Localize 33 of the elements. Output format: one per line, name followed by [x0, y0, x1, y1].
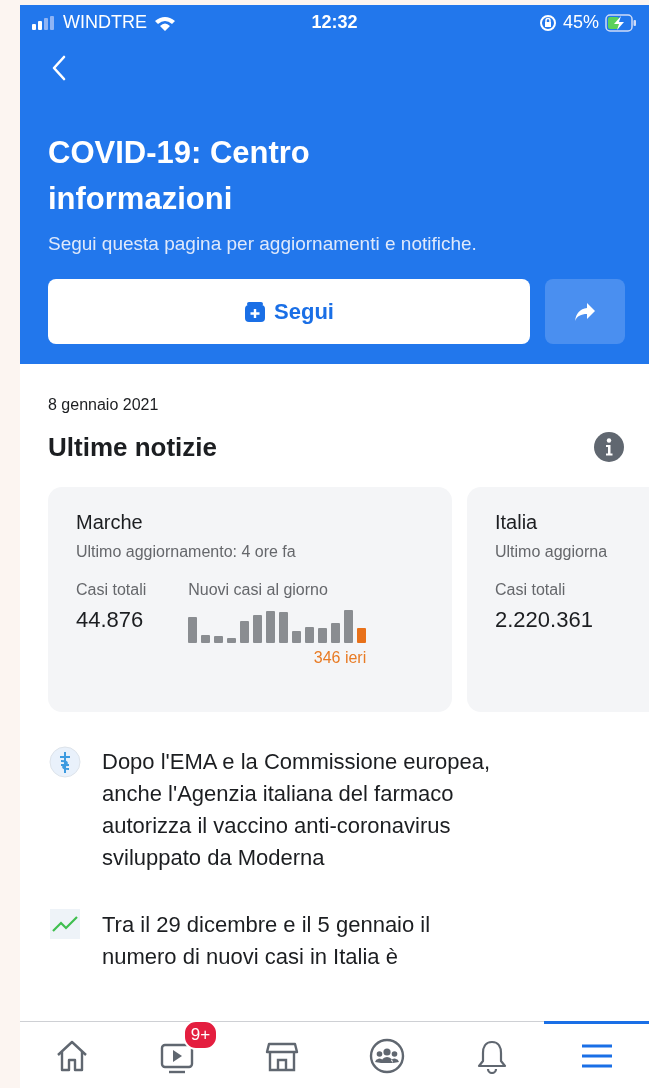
- total-cases-label: Casi totali: [76, 580, 147, 600]
- battery-percentage: 45%: [562, 12, 599, 33]
- date-text: 8 gennaio 2021: [48, 395, 160, 415]
- region-name: Marche: [76, 510, 144, 535]
- notification-count: 9+: [182, 1020, 219, 1050]
- back-chevron-icon: [52, 54, 66, 81]
- groups-icon: [368, 1038, 405, 1074]
- clock-time: 12:32: [311, 12, 358, 33]
- signal-icon: [32, 15, 56, 30]
- total-cases-value: 44.876: [76, 606, 145, 634]
- news-text: Tra il 29 dicembre e il 5 gennaio il numero di nuovi casi in Italia è: [102, 911, 431, 971]
- caduceus-icon: [49, 746, 81, 778]
- info-button[interactable]: [593, 431, 625, 463]
- rotation-lock-icon: [538, 13, 557, 32]
- info-icon: [593, 431, 625, 463]
- last-update-text: Ultimo aggiornamento: 4 ore fa: [76, 542, 297, 562]
- wifi-icon: [154, 14, 176, 31]
- yesterday-cases-text: 346 ieri: [313, 648, 367, 668]
- new-cases-label: Nuovi casi al giorno: [188, 580, 328, 600]
- last-update-text: Ultimo aggiorna: [495, 542, 609, 562]
- total-cases-value: 2.220.361: [495, 606, 593, 634]
- region-name: Italia: [495, 510, 539, 535]
- share-arrow-icon: [574, 301, 596, 322]
- news-text: Dopo l'EMA e la Commissione europea, anche l'Agenzia italiana del farmaco autorizza il vaccino anti-coronavirus sviluppato da Moderna: [102, 748, 491, 872]
- follow-button[interactable]: Segui: [48, 279, 530, 344]
- section-title: Ultime notizie: [48, 431, 217, 464]
- tab-button[interactable]: 9+: [124, 1021, 230, 1088]
- total-cases-label: Casi totali: [495, 580, 567, 600]
- carrier-name: WINDTRE: [63, 12, 147, 33]
- follow-plus-icon: [244, 300, 267, 323]
- page-subtitle: Segui questa pagina per aggiornamenti e notifiche.: [48, 232, 478, 256]
- battery-charging-icon: [605, 13, 637, 32]
- page-title: COVID-19: Centro informazioni: [48, 134, 311, 218]
